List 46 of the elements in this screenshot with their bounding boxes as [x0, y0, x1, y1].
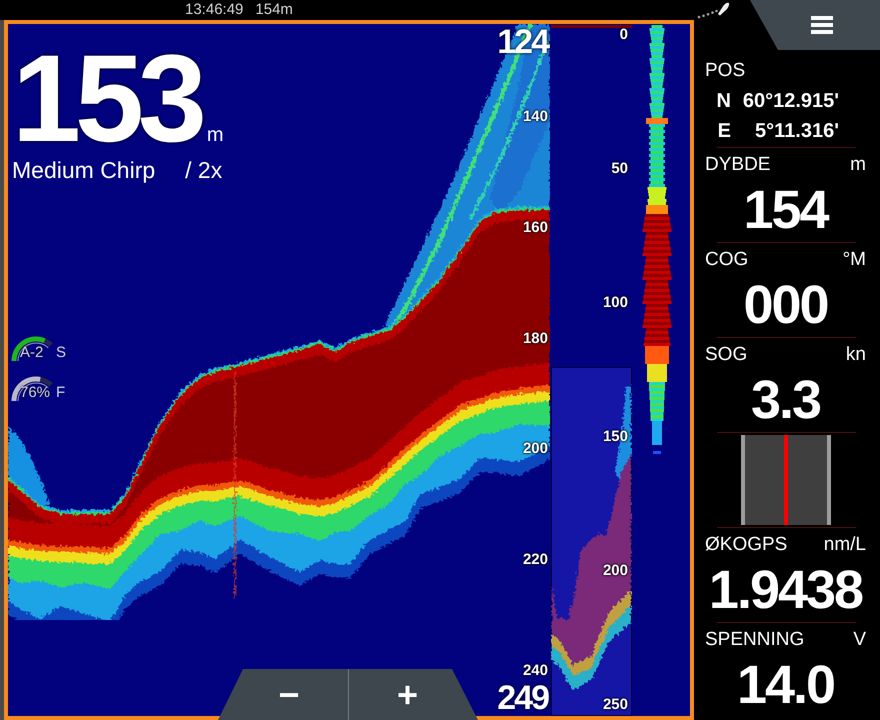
gauge-letter: F: [56, 384, 66, 402]
field-unit: m: [850, 154, 866, 176]
field-label: ØKOGPS: [705, 534, 788, 556]
overview-scale-label: 50: [611, 161, 628, 177]
overview-scale-label: 200: [602, 563, 628, 579]
gauge-value: A-2: [20, 344, 44, 362]
depth-unit: m: [206, 123, 224, 148]
gauge-value: 76%: [20, 384, 50, 402]
depth-scale-label: 180: [522, 330, 548, 347]
field-value: 154: [742, 182, 830, 238]
field-unit: kn: [846, 344, 866, 366]
latitude-value: 60°12.915': [742, 89, 839, 114]
field-value: 3.3: [750, 372, 822, 428]
field-unit: V: [853, 629, 866, 651]
field-unit: °M: [842, 249, 866, 271]
field-value: 000: [742, 277, 829, 333]
overview-scale-label: 150: [602, 429, 628, 445]
range-top-label: 124: [497, 24, 548, 60]
range-bottom-label: 249: [497, 680, 548, 716]
field-value: 1.9438: [708, 562, 864, 618]
gauge-letter: S: [56, 344, 66, 362]
depth-scale-label: 240: [522, 662, 548, 679]
field-label: POS: [705, 60, 746, 82]
longitude-value: 5°11.316': [754, 119, 839, 144]
depth-scale-label: 200: [522, 441, 548, 458]
depth-scale-label: 140: [522, 109, 548, 125]
overview-scale-label: 0: [620, 27, 628, 43]
hemisphere-label: N: [716, 89, 731, 114]
field-value: 14.0: [736, 657, 836, 713]
menu-icon: [811, 15, 833, 35]
status-time: 13:46:49: [185, 0, 244, 20]
overview-scale-label: 250: [602, 697, 628, 713]
zoom-in-button[interactable]: +: [348, 669, 478, 720]
depth-scale-label: 160: [522, 220, 548, 236]
field-unit: nm/L: [824, 534, 866, 556]
menu-button[interactable]: [750, 0, 880, 50]
field-label: SOG: [705, 344, 748, 366]
zoom-out-button[interactable]: −: [218, 669, 348, 720]
status-depth: 154m: [255, 0, 293, 20]
hemisphere-label: E: [716, 119, 731, 144]
field-label: SPENNING: [705, 629, 804, 651]
depth-scale-label: 220: [522, 552, 548, 568]
overview-scale-label: 100: [602, 295, 628, 311]
field-label: COG: [705, 249, 748, 271]
boat-track-icon: [696, 1, 730, 19]
field-label: DYBDE: [705, 154, 770, 176]
